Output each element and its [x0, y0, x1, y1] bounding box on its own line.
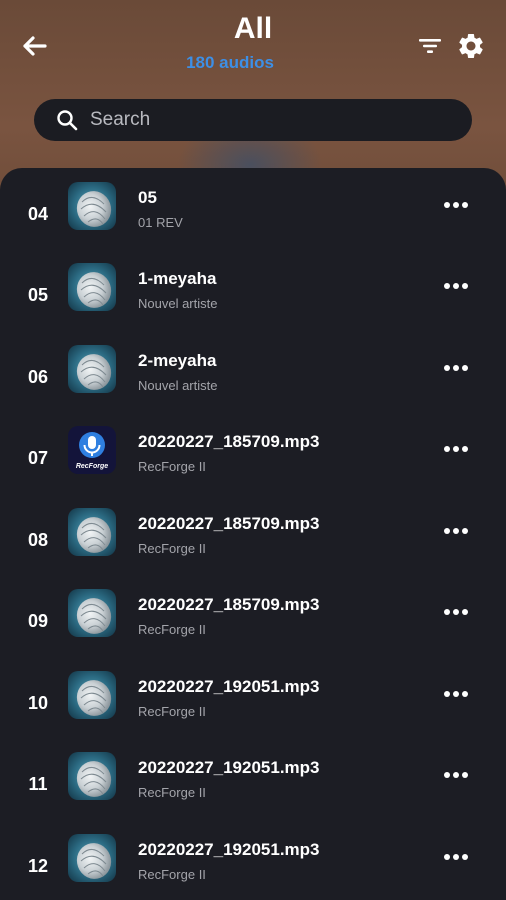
track-artist: RecForge II: [138, 622, 206, 637]
more-options-button[interactable]: [441, 361, 471, 375]
track-row[interactable]: 08 20220227_185709.mp3 RecForge II: [0, 508, 506, 589]
recforge-logo-text: RecForge: [75, 463, 109, 470]
more-horizontal-icon: [444, 528, 468, 534]
track-row[interactable]: 04 05 01 REV: [0, 182, 506, 263]
disc-artwork: [68, 671, 116, 719]
track-row[interactable]: 10 20220227_192051.mp3 RecForge II: [0, 671, 506, 752]
top-bar: All 180 audios: [0, 0, 506, 90]
more-horizontal-icon: [444, 772, 468, 778]
search-icon: [57, 110, 78, 131]
track-artist: 01 REV: [138, 215, 183, 230]
track-row[interactable]: 05 1-meyaha Nouvel artiste: [0, 263, 506, 344]
more-options-button[interactable]: [441, 605, 471, 619]
track-title: 20220227_185709.mp3: [138, 514, 320, 533]
more-horizontal-icon: [444, 446, 468, 452]
track-artist: Nouvel artiste: [138, 296, 218, 311]
track-artist: RecForge II: [138, 459, 206, 474]
disc-artwork: [68, 589, 116, 637]
search-input[interactable]: [90, 109, 420, 131]
disc-artwork: [68, 752, 116, 800]
recforge-logo-artwork: RecForge: [68, 426, 116, 474]
track-artist: RecForge II: [138, 541, 206, 556]
track-number: 05: [27, 285, 49, 305]
audio-count: 180 audios: [186, 53, 274, 72]
track-artist: RecForge II: [138, 785, 206, 800]
more-options-button[interactable]: [441, 279, 471, 293]
track-number: 11: [28, 774, 48, 794]
more-horizontal-icon: [444, 691, 468, 697]
more-options-button[interactable]: [441, 850, 471, 864]
gear-icon: [459, 33, 483, 58]
disc-artwork: [68, 182, 116, 230]
track-row[interactable]: 07 RecForge 20220227_185709.mp3 RecForge II: [0, 426, 506, 507]
track-number: 09: [27, 611, 49, 631]
more-horizontal-icon: [444, 202, 468, 208]
more-horizontal-icon: [444, 609, 468, 615]
more-options-button[interactable]: [441, 687, 471, 701]
track-number: 08: [27, 530, 49, 550]
filter-icon: [419, 39, 441, 53]
track-number: 06: [27, 367, 49, 387]
disc-artwork: [68, 263, 116, 311]
track-row[interactable]: 09 20220227_185709.mp3 RecForge II: [0, 589, 506, 670]
track-row[interactable]: 06 2-meyaha Nouvel artiste: [0, 345, 506, 426]
disc-artwork: [68, 345, 116, 393]
track-title: 20220227_192051.mp3: [138, 758, 320, 777]
track-number: 10: [27, 693, 49, 713]
more-horizontal-icon: [444, 854, 468, 860]
more-options-button[interactable]: [441, 524, 471, 538]
track-title: 20220227_185709.mp3: [138, 432, 320, 451]
track-title: 20220227_185709.mp3: [138, 595, 320, 614]
track-artist: Nouvel artiste: [138, 378, 218, 393]
disc-artwork: [68, 508, 116, 556]
track-title: 20220227_192051.mp3: [138, 677, 320, 696]
track-title: 20220227_192051.mp3: [138, 840, 320, 859]
settings-button[interactable]: [456, 31, 486, 61]
more-horizontal-icon: [444, 283, 468, 289]
more-horizontal-icon: [444, 365, 468, 371]
more-options-button[interactable]: [441, 198, 471, 212]
track-row[interactable]: 12 20220227_192051.mp3 RecForge II: [0, 834, 506, 900]
track-title: 2-meyaha: [138, 351, 217, 370]
track-title: 1-meyaha: [138, 269, 217, 288]
filter-button[interactable]: [416, 32, 444, 60]
track-artist: RecForge II: [138, 867, 206, 882]
more-options-button[interactable]: [441, 768, 471, 782]
search-bar[interactable]: [34, 99, 472, 141]
track-title: 05: [138, 188, 157, 207]
track-artist: RecForge II: [138, 704, 206, 719]
more-options-button[interactable]: [441, 442, 471, 456]
disc-artwork: [68, 834, 116, 882]
track-number: 04: [27, 204, 49, 224]
track-number: 12: [27, 856, 49, 876]
track-row[interactable]: 11 20220227_192051.mp3 RecForge II: [0, 752, 506, 833]
track-number: 07: [27, 448, 49, 468]
